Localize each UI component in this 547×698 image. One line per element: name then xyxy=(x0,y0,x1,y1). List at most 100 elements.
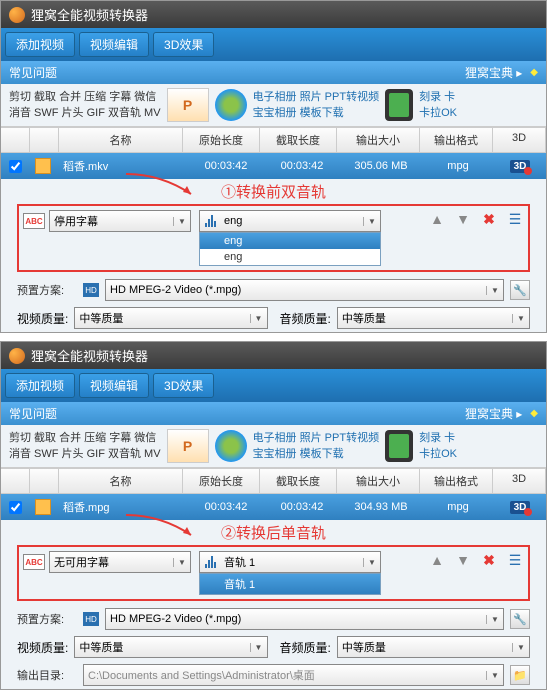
add-video-button[interactable]: 添加视频 xyxy=(5,373,75,398)
out-format: mpg xyxy=(422,501,494,513)
file-name: 稻香.mpg xyxy=(57,499,188,515)
chevron-down-icon: ▼ xyxy=(486,615,503,624)
gem-icon: ◆ xyxy=(530,408,538,419)
video-quality-combo[interactable]: 中等质量 ▼ xyxy=(74,636,267,658)
video-quality-label: 视频质量: xyxy=(17,310,68,327)
col-out[interactable]: 输出大小 xyxy=(337,128,420,152)
main-toolbar: 添加视频 视频编辑 3D效果 xyxy=(1,28,546,61)
faq-label[interactable]: 常见问题 xyxy=(9,64,57,81)
links-bar: 剪切 截取 合并 压缩 字幕 微信 消音 SWF 片头 GIF 双音轨 MV P… xyxy=(1,84,546,127)
preset-combo[interactable]: HD MPEG-2 Video (*.mpg) ▼ xyxy=(105,608,504,630)
quality-row: 视频质量: 中等质量 ▼ 音频质量: 中等质量 ▼ xyxy=(1,304,546,332)
col-cut[interactable]: 截取长度 xyxy=(260,128,337,152)
move-down-button[interactable]: ▼ xyxy=(454,210,472,228)
col-3d[interactable]: 3D xyxy=(493,128,546,152)
output-dir-combo[interactable]: C:\Documents and Settings\Administrator\… xyxy=(83,664,504,686)
table-row[interactable]: 稻香.mpg 00:03:42 00:03:42 304.93 MB mpg 3… xyxy=(1,494,546,520)
audio-dropdown[interactable]: 音轨 1 xyxy=(199,573,381,595)
row-checkbox[interactable] xyxy=(9,160,22,173)
chevron-down-icon: ▼ xyxy=(173,217,190,226)
chevron-down-icon: ▼ xyxy=(486,671,503,680)
subtitle-value: 停用字幕 xyxy=(50,213,173,229)
more-button[interactable]: ☰ xyxy=(506,210,524,228)
audio-dropdown[interactable]: eng eng xyxy=(199,232,381,266)
col-cut[interactable]: 截取长度 xyxy=(260,469,337,493)
browse-folder-button[interactable]: 📁 xyxy=(510,665,530,685)
move-down-button[interactable]: ▼ xyxy=(454,551,472,569)
edit-video-button[interactable]: 视频编辑 xyxy=(79,32,149,57)
baodian-link[interactable]: 狸窝宝典 ▸ xyxy=(465,405,522,422)
out-size: 304.93 MB xyxy=(340,501,422,513)
more-button[interactable]: ☰ xyxy=(506,551,524,569)
highlight-box-1: ABC 停用字幕 ▼ eng ▼ eng eng ▲ ▼ xyxy=(17,204,530,272)
main-toolbar: 添加视频 视频编辑 3D效果 xyxy=(1,369,546,402)
move-up-button[interactable]: ▲ xyxy=(428,210,446,228)
audio-quality-combo[interactable]: 中等质量 ▼ xyxy=(337,307,530,329)
audio-track-combo[interactable]: 音轨 1 ▼ xyxy=(199,551,381,573)
audio-value: eng xyxy=(220,215,363,227)
col-fmt[interactable]: 输出格式 xyxy=(420,469,493,493)
feature-links-c[interactable]: 刻录 卡 卡拉OK xyxy=(419,89,457,122)
feature-links-c[interactable]: 刻录 卡 卡拉OK xyxy=(419,430,457,463)
chevron-down-icon: ▼ xyxy=(250,314,267,323)
table-header: 名称 原始长度 截取长度 输出大小 输出格式 3D xyxy=(1,127,546,153)
preset-settings-button[interactable]: 🔧 xyxy=(510,609,530,629)
preset-value: HD MPEG-2 Video (*.mpg) xyxy=(106,284,486,296)
col-3d[interactable]: 3D xyxy=(493,469,546,493)
output-dir-label: 输出目录: xyxy=(17,667,77,683)
add-video-button[interactable]: 添加视频 xyxy=(5,32,75,57)
baodian-link[interactable]: 狸窝宝典 ▸ xyxy=(465,64,522,81)
3d-badge[interactable]: 3D xyxy=(510,160,531,173)
phone-icon xyxy=(385,89,413,121)
audio-option[interactable]: eng xyxy=(200,233,380,249)
chevron-down-icon: ▼ xyxy=(250,643,267,652)
chevron-down-icon: ▼ xyxy=(363,217,380,226)
chevron-down-icon: ▼ xyxy=(363,558,380,567)
cut-length: 00:03:42 xyxy=(264,501,340,513)
audio-option[interactable]: eng xyxy=(200,249,380,265)
3d-effect-button[interactable]: 3D效果 xyxy=(153,373,214,398)
col-name[interactable]: 名称 xyxy=(59,128,183,152)
gem-icon: ◆ xyxy=(530,67,538,78)
feature-links-b[interactable]: 电子相册 照片 PPT转视频 宝宝相册 模板下载 xyxy=(253,89,380,122)
delete-button[interactable]: ✖ xyxy=(480,551,498,569)
preset-label: 预置方案: xyxy=(17,282,77,298)
audio-quality-combo[interactable]: 中等质量 ▼ xyxy=(337,636,530,658)
3d-badge[interactable]: 3D xyxy=(510,501,531,514)
audio-option[interactable]: 音轨 1 xyxy=(200,574,380,594)
file-name: 稻香.mkv xyxy=(57,158,188,174)
preset-settings-button[interactable]: 🔧 xyxy=(510,280,530,300)
table-row[interactable]: 稻香.mkv 00:03:42 00:03:42 305.06 MB mpg 3… xyxy=(1,153,546,179)
subtitle-combo[interactable]: 停用字幕 ▼ xyxy=(49,210,191,232)
col-out[interactable]: 输出大小 xyxy=(337,469,420,493)
audio-track-combo[interactable]: eng ▼ xyxy=(199,210,381,232)
move-up-button[interactable]: ▲ xyxy=(428,551,446,569)
video-quality-combo[interactable]: 中等质量 ▼ xyxy=(74,307,267,329)
feature-links-a[interactable]: 剪切 截取 合并 压缩 字幕 微信 消音 SWF 片头 GIF 双音轨 MV xyxy=(9,430,161,463)
row-checkbox[interactable] xyxy=(9,501,22,514)
subtitle-combo[interactable]: 无可用字幕 ▼ xyxy=(49,551,191,573)
edit-video-button[interactable]: 视频编辑 xyxy=(79,373,149,398)
preset-combo[interactable]: HD MPEG-2 Video (*.mpg) ▼ xyxy=(105,279,504,301)
faq-label[interactable]: 常见问题 xyxy=(9,405,57,422)
feature-links-b[interactable]: 电子相册 照片 PPT转视频 宝宝相册 模板下载 xyxy=(253,430,380,463)
delete-button[interactable]: ✖ xyxy=(480,210,498,228)
row-actions: ▲ ▼ ✖ ☰ xyxy=(428,551,524,569)
subtitle-icon: ABC xyxy=(23,213,45,229)
chevron-down-icon: ▼ xyxy=(512,314,529,323)
col-orig[interactable]: 原始长度 xyxy=(183,128,260,152)
audio-quality-value: 中等质量 xyxy=(338,639,512,655)
col-fmt[interactable]: 输出格式 xyxy=(420,128,493,152)
subtitle-icon: ABC xyxy=(23,554,45,570)
phone-icon xyxy=(385,430,413,462)
orig-length: 00:03:42 xyxy=(188,160,264,172)
col-name[interactable]: 名称 xyxy=(59,469,183,493)
feature-links-a[interactable]: 剪切 截取 合并 压缩 字幕 微信 消音 SWF 片头 GIF 双音轨 MV xyxy=(9,89,161,122)
3d-effect-button[interactable]: 3D效果 xyxy=(153,32,214,57)
file-icon xyxy=(35,158,51,174)
annotation-2: ②转换后单音轨 xyxy=(1,520,546,545)
col-orig[interactable]: 原始长度 xyxy=(183,469,260,493)
audio-bars-icon xyxy=(200,215,220,227)
links-bar: 剪切 截取 合并 压缩 字幕 微信 消音 SWF 片头 GIF 双音轨 MV P… xyxy=(1,425,546,468)
app-title: 狸窝全能视频转换器 xyxy=(31,5,148,24)
